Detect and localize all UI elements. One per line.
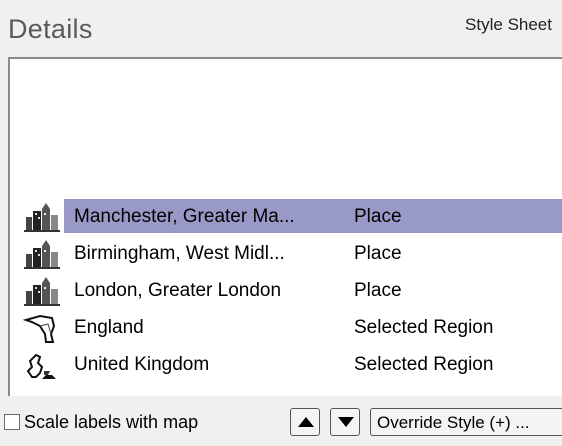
scale-labels-label[interactable]: Scale labels with map — [24, 412, 198, 433]
city-buildings-icon — [18, 275, 62, 307]
list-item[interactable]: England Selected Region — [10, 309, 562, 346]
item-type: Selected Region — [354, 317, 494, 338]
triangle-down-icon — [338, 417, 354, 427]
details-list[interactable]: Manchester, Greater Ma... Place Birmingh… — [8, 57, 562, 396]
item-type: Place — [354, 243, 402, 264]
scale-labels-checkbox[interactable] — [4, 414, 20, 430]
item-name: England — [74, 317, 144, 338]
details-panel: Details Style Sheet Manchester, Greater … — [0, 0, 562, 446]
triangle-up-icon — [298, 417, 314, 427]
move-up-button[interactable] — [290, 408, 320, 436]
move-down-button[interactable] — [330, 408, 360, 436]
item-name: Birmingham, West Midl... — [74, 243, 285, 264]
details-header: Details Style Sheet — [0, 0, 562, 56]
style-sheet-label[interactable]: Style Sheet — [465, 15, 552, 35]
item-type: Place — [354, 206, 402, 227]
list-item[interactable]: United Kingdom Selected Region — [10, 346, 562, 383]
list-item[interactable]: Birmingham, West Midl... Place — [10, 235, 562, 272]
city-buildings-icon — [18, 238, 62, 270]
item-type: Selected Region — [354, 354, 494, 375]
country-map-icon — [18, 349, 62, 381]
item-name: London, Greater London — [74, 280, 282, 301]
override-style-label: Override Style (+) ... — [377, 413, 530, 432]
details-rows: Manchester, Greater Ma... Place Birmingh… — [10, 198, 562, 383]
item-name: Manchester, Greater Ma... — [74, 206, 295, 227]
city-buildings-icon — [18, 201, 62, 233]
override-style-button[interactable]: Override Style (+) ... — [370, 408, 562, 436]
list-item[interactable]: Manchester, Greater Ma... Place — [10, 198, 562, 235]
item-type: Place — [354, 280, 402, 301]
panel-title: Details — [8, 14, 93, 44]
item-name: United Kingdom — [74, 354, 210, 375]
details-footer: Scale labels with map Override Style (+)… — [0, 398, 562, 446]
region-map-icon — [18, 312, 62, 344]
list-item[interactable]: London, Greater London Place — [10, 272, 562, 309]
